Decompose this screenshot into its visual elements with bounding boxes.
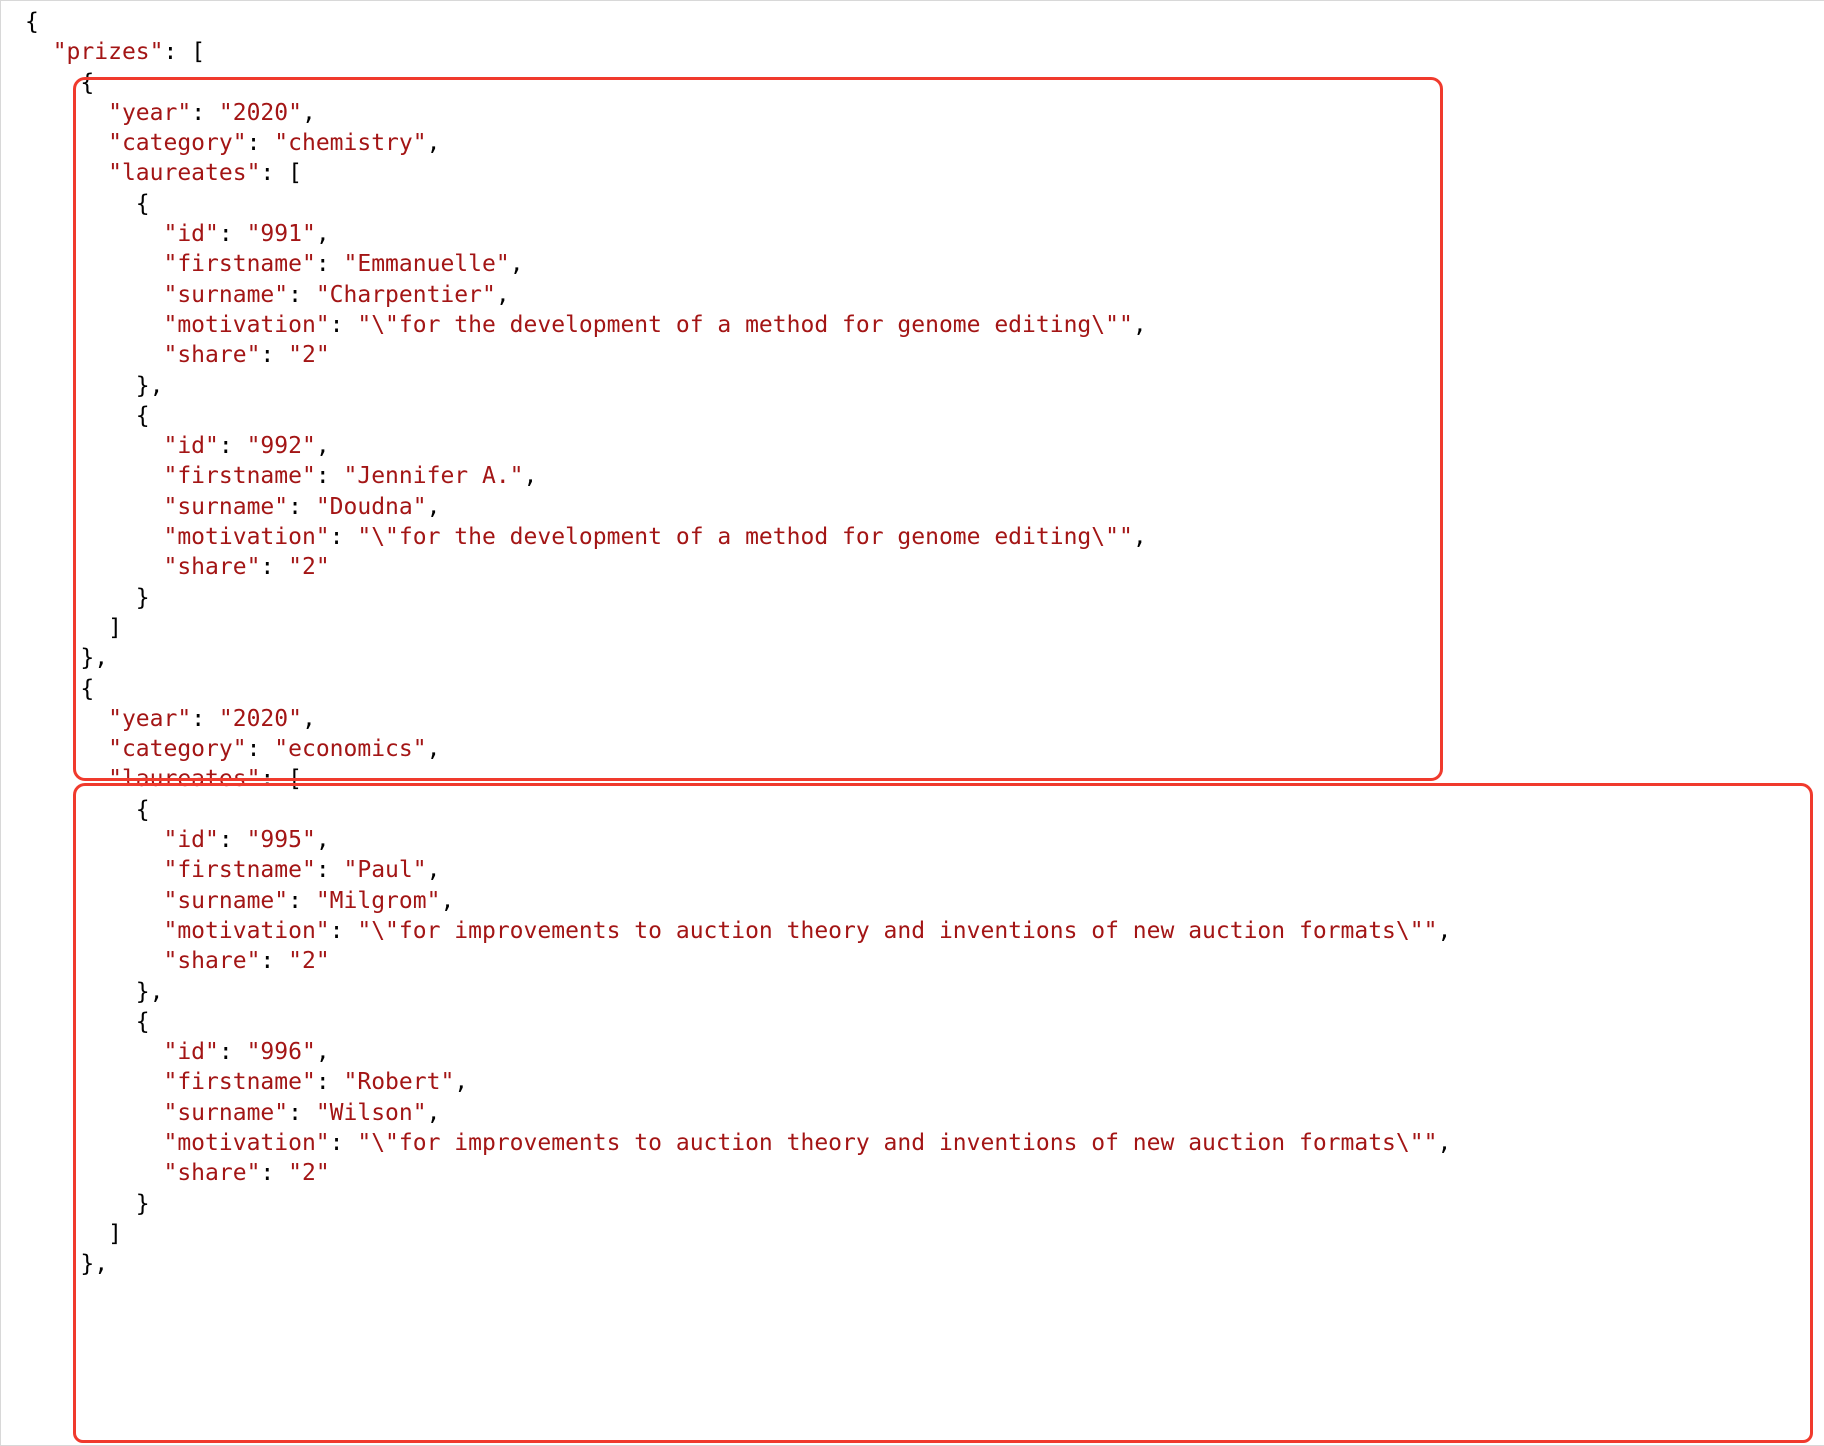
key-share: "share" bbox=[163, 948, 260, 974]
key-category: "category" bbox=[108, 130, 246, 156]
key-surname: "surname" bbox=[163, 494, 288, 520]
key-firstname: "firstname" bbox=[163, 251, 315, 277]
key-year: "year" bbox=[108, 706, 191, 732]
val-surname: "Doudna" bbox=[316, 494, 427, 520]
val-id: "995" bbox=[247, 827, 316, 853]
key-share: "share" bbox=[163, 554, 260, 580]
key-motivation: "motivation" bbox=[163, 524, 329, 550]
val-share: "2" bbox=[288, 1160, 330, 1186]
val-surname: "Wilson" bbox=[316, 1100, 427, 1126]
val-id: "992" bbox=[247, 433, 316, 459]
val-share: "2" bbox=[288, 342, 330, 368]
key-motivation: "motivation" bbox=[163, 312, 329, 338]
val-firstname: "Robert" bbox=[344, 1069, 455, 1095]
val-share: "2" bbox=[288, 554, 330, 580]
val-year: "2020" bbox=[219, 706, 302, 732]
val-id: "996" bbox=[247, 1039, 316, 1065]
key-surname: "surname" bbox=[163, 1100, 288, 1126]
val-firstname: "Paul" bbox=[344, 857, 427, 883]
val-firstname: "Emmanuelle" bbox=[344, 251, 510, 277]
json-viewer: { "prizes": [ { "year": "2020", "categor… bbox=[0, 0, 1824, 1446]
key-id: "id" bbox=[163, 433, 218, 459]
val-year: "2020" bbox=[219, 100, 302, 126]
val-motivation: "\"for improvements to auction theory an… bbox=[357, 1130, 1437, 1156]
key-share: "share" bbox=[163, 1160, 260, 1186]
key-laureates: "laureates" bbox=[108, 766, 260, 792]
key-surname: "surname" bbox=[163, 888, 288, 914]
val-share: "2" bbox=[288, 948, 330, 974]
key-id: "id" bbox=[163, 1039, 218, 1065]
key-id: "id" bbox=[163, 827, 218, 853]
val-surname: "Milgrom" bbox=[316, 888, 441, 914]
key-motivation: "motivation" bbox=[163, 1130, 329, 1156]
key-motivation: "motivation" bbox=[163, 918, 329, 944]
val-motivation: "\"for the development of a method for g… bbox=[357, 524, 1132, 550]
val-category: "chemistry" bbox=[274, 130, 426, 156]
brace-open: { bbox=[25, 9, 39, 35]
val-motivation: "\"for improvements to auction theory an… bbox=[357, 918, 1437, 944]
val-category: "economics" bbox=[274, 736, 426, 762]
key-firstname: "firstname" bbox=[163, 1069, 315, 1095]
val-firstname: "Jennifer A." bbox=[344, 463, 524, 489]
key-surname: "surname" bbox=[163, 282, 288, 308]
val-id: "991" bbox=[247, 221, 316, 247]
val-motivation: "\"for the development of a method for g… bbox=[357, 312, 1132, 338]
key-year: "year" bbox=[108, 100, 191, 126]
val-surname: "Charpentier" bbox=[316, 282, 496, 308]
key-category: "category" bbox=[108, 736, 246, 762]
key-share: "share" bbox=[163, 342, 260, 368]
key-laureates: "laureates" bbox=[108, 160, 260, 186]
key-prizes: "prizes" bbox=[53, 39, 164, 65]
key-firstname: "firstname" bbox=[163, 463, 315, 489]
key-id: "id" bbox=[163, 221, 218, 247]
json-code-block: { "prizes": [ { "year": "2020", "categor… bbox=[1, 7, 1824, 1279]
key-firstname: "firstname" bbox=[163, 857, 315, 883]
